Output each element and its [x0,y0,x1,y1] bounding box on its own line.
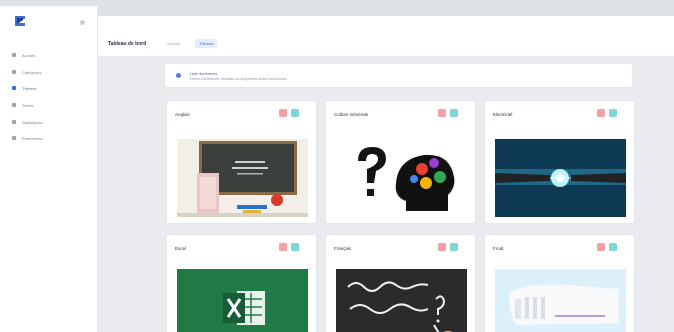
card-title: Excel [175,246,187,251]
list-icon [12,103,16,107]
card-title: Français [334,246,352,251]
notice-text: Gérez vos thèmes, modifiez ou supprimez … [190,77,287,81]
card-title: Anglais [175,112,190,117]
card-title: Culture Générale [334,112,369,117]
sidebar-item-label: Paramètres [22,135,43,141]
sidebar-item-series[interactable]: Séries [12,100,92,110]
card-title: Electricité [493,112,513,117]
app-logo-icon[interactable] [14,15,26,27]
sidebar: Accueil Catégories Thèmes Séries Statist… [0,6,98,332]
theme-card-culture-generale[interactable]: Culture Générale [325,100,476,224]
browser-top-bar [0,0,674,16]
edit-button[interactable] [450,243,458,251]
delete-button[interactable] [279,243,287,251]
theme-image [177,269,308,332]
theme-card-froid[interactable]: Froid [484,234,635,332]
chalkboard-english-image [177,139,308,217]
edit-button[interactable] [291,243,299,251]
page-header [98,16,674,56]
grid-icon [12,86,16,90]
theme-card-francais[interactable]: Français [325,234,476,332]
sidebar-item-statistiques[interactable]: Statistiques [12,117,92,127]
info-notice: Liste des thèmes Gérez vos thèmes, modif… [164,63,633,88]
sidebar-item-parametres[interactable]: Paramètres [12,133,92,143]
home-icon [12,53,16,57]
theme-card-excel[interactable]: Excel [166,234,317,332]
gear-icon [12,136,16,140]
notice-title: Liste des thèmes [190,72,218,76]
air-conditioner-image [495,269,626,332]
delete-button[interactable] [597,243,605,251]
delete-button[interactable] [438,109,446,117]
edit-button[interactable] [291,109,299,117]
delete-button[interactable] [438,243,446,251]
theme-image [177,139,308,217]
breadcrumb-current: Thèmes [195,39,218,48]
card-title: Froid [493,246,504,251]
folder-icon [12,70,16,74]
theme-card-electricite[interactable]: Electricité [484,100,635,224]
theme-card-anglais[interactable]: Anglais [166,100,317,224]
edit-button[interactable] [609,243,617,251]
collapse-sidebar-icon[interactable] [80,20,85,25]
edit-button[interactable] [609,109,617,117]
sidebar-item-label: Accueil [22,52,35,58]
excel-logo-image [177,269,308,332]
page-title: Tableau de bord [108,41,147,47]
sidebar-item-label: Statistiques [22,119,43,125]
theme-image [336,269,467,332]
sidebar-item-label: Catégories [22,69,42,75]
edit-button[interactable] [450,109,458,117]
chalkboard-french-image [336,269,467,332]
sidebar-item-label: Thèmes [22,85,37,91]
sidebar-item-categories[interactable]: Catégories [12,67,92,77]
delete-button[interactable] [279,109,287,117]
theme-image [495,139,626,217]
electric-cables-image [495,139,626,217]
info-icon [176,73,181,78]
head-gears-question-image [336,139,467,217]
breadcrumb[interactable]: Accueil [167,41,180,46]
sidebar-item-label: Séries [22,102,34,108]
theme-image [336,139,467,217]
delete-button[interactable] [597,109,605,117]
sidebar-item-themes[interactable]: Thèmes [12,83,92,93]
sidebar-item-accueil[interactable]: Accueil [12,50,92,60]
chart-icon [12,120,16,124]
theme-image [495,269,626,332]
